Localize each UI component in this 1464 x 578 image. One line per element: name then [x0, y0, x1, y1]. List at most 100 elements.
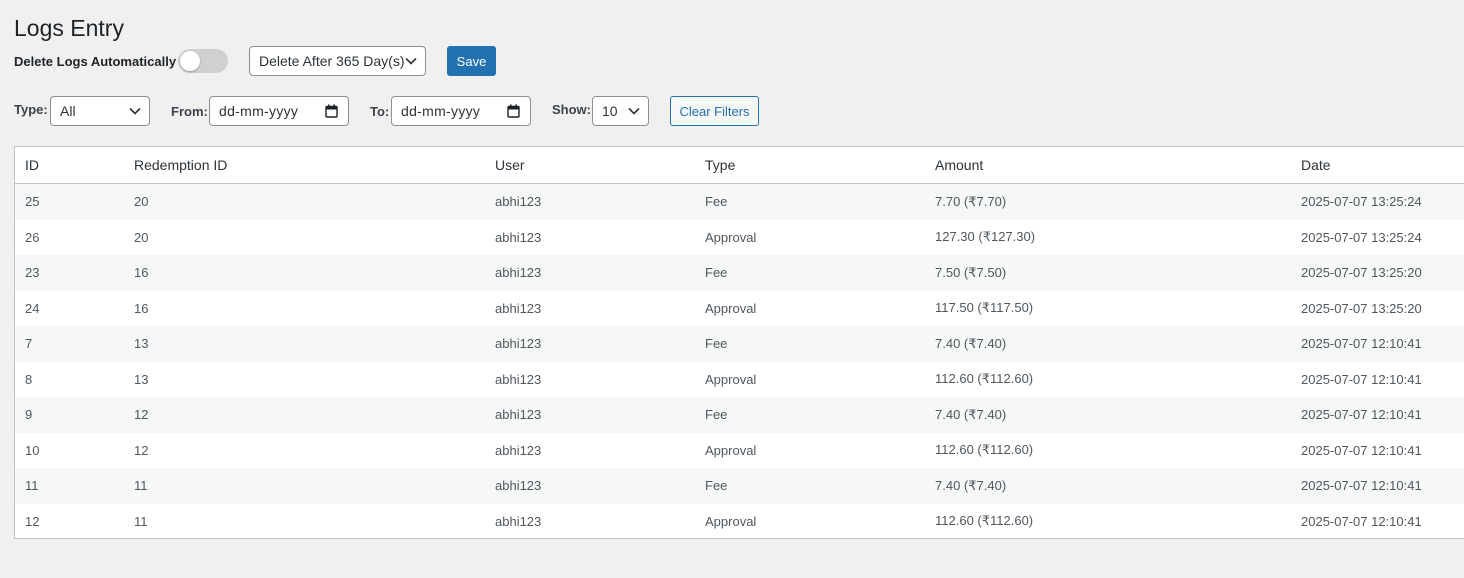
table-row: 7 13 abhi123 Fee 7.40 (₹7.40) 2025-07-07 12:1… — [15, 326, 1464, 362]
auto-delete-toggle[interactable] — [178, 49, 228, 73]
cell-id: 26 — [15, 219, 124, 255]
type-filter-select[interactable]: All — [50, 96, 150, 126]
cell-type: Approval — [695, 290, 925, 326]
cell-user: abhi123 — [485, 255, 695, 291]
cell-redemption-id: 12 — [124, 397, 485, 433]
calendar-icon[interactable] — [325, 104, 338, 118]
cell-id: 25 — [15, 183, 124, 220]
table-row: 10 12 abhi123 Approval 112.60 (₹112.60) 2025-… — [15, 432, 1464, 468]
column-header-amount: Amount — [925, 147, 1291, 184]
type-filter-value: All — [60, 103, 76, 119]
cell-date: 2025-07-07 13:25:20 — [1291, 255, 1464, 291]
chevron-down-icon — [129, 107, 141, 115]
to-date-input[interactable]: dd-mm-yyyy — [391, 96, 531, 126]
auto-delete-label: Delete Logs Automatically — [14, 54, 177, 69]
calendar-icon[interactable] — [507, 104, 520, 118]
cell-amount: 7.40 (₹7.40) — [925, 397, 1291, 433]
cell-date: 2025-07-07 12:10:41 — [1291, 468, 1464, 504]
cell-id: 11 — [15, 468, 124, 504]
cell-date: 2025-07-07 13:25:24 — [1291, 183, 1464, 220]
cell-type: Approval — [695, 503, 925, 538]
cell-amount: 7.40 (₹7.40) — [925, 326, 1291, 362]
cell-amount: 112.60 (₹112.60) — [925, 503, 1291, 538]
cell-id: 12 — [15, 503, 124, 538]
chevron-down-icon — [628, 107, 640, 115]
cell-date: 2025-07-07 12:10:41 — [1291, 432, 1464, 468]
cell-id: 24 — [15, 290, 124, 326]
cell-redemption-id: 13 — [124, 361, 485, 397]
cell-type: Fee — [695, 326, 925, 362]
cell-date: 2025-07-07 12:10:41 — [1291, 326, 1464, 362]
cell-type: Approval — [695, 432, 925, 468]
cell-amount: 7.50 (₹7.50) — [925, 255, 1291, 291]
cell-redemption-id: 16 — [124, 290, 485, 326]
cell-type: Fee — [695, 183, 925, 220]
type-filter-label: Type: — [14, 102, 48, 117]
cell-date: 2025-07-07 13:25:24 — [1291, 219, 1464, 255]
delete-after-select[interactable]: Delete After 365 Day(s) — [249, 46, 426, 76]
cell-date: 2025-07-07 13:25:20 — [1291, 290, 1464, 326]
clear-filters-button[interactable]: Clear Filters — [670, 96, 759, 126]
to-date-placeholder: dd-mm-yyyy — [401, 103, 481, 119]
cell-user: abhi123 — [485, 326, 695, 362]
cell-redemption-id: 11 — [124, 468, 485, 504]
show-count-label: Show: — [552, 102, 591, 117]
cell-redemption-id: 16 — [124, 255, 485, 291]
cell-redemption-id: 20 — [124, 219, 485, 255]
table-row: 11 11 abhi123 Fee 7.40 (₹7.40) 2025-07-07 12:… — [15, 468, 1464, 504]
chevron-down-icon — [405, 57, 417, 65]
table-row: 12 11 abhi123 Approval 112.60 (₹112.60) 2025-… — [15, 503, 1464, 538]
cell-id: 9 — [15, 397, 124, 433]
cell-user: abhi123 — [485, 219, 695, 255]
cell-amount: 127.30 (₹127.30) — [925, 219, 1291, 255]
delete-after-value: Delete After 365 Day(s) — [259, 53, 405, 69]
cell-user: abhi123 — [485, 361, 695, 397]
column-header-redemption-id: Redemption ID — [124, 147, 485, 184]
cell-id: 23 — [15, 255, 124, 291]
table-row: 25 20 abhi123 Fee 7.70 (₹7.70) 2025-07-07 13:… — [15, 183, 1464, 220]
cell-type: Approval — [695, 219, 925, 255]
show-count-select[interactable]: 10 — [592, 96, 649, 126]
cell-type: Fee — [695, 255, 925, 291]
page-title: Logs Entry — [14, 15, 124, 41]
cell-amount: 112.60 (₹112.60) — [925, 432, 1291, 468]
cell-user: abhi123 — [485, 397, 695, 433]
toggle-knob — [180, 51, 200, 71]
column-header-id: ID — [15, 147, 124, 184]
from-date-placeholder: dd-mm-yyyy — [219, 103, 299, 119]
column-header-user: User — [485, 147, 695, 184]
cell-amount: 112.60 (₹112.60) — [925, 361, 1291, 397]
cell-user: abhi123 — [485, 183, 695, 220]
cell-type: Fee — [695, 397, 925, 433]
cell-amount: 117.50 (₹117.50) — [925, 290, 1291, 326]
table-row: 23 16 abhi123 Fee 7.50 (₹7.50) 2025-07-07 13:… — [15, 255, 1464, 291]
from-date-input[interactable]: dd-mm-yyyy — [209, 96, 349, 126]
show-count-value: 10 — [602, 103, 618, 119]
cell-user: abhi123 — [485, 468, 695, 504]
save-button[interactable]: Save — [447, 46, 496, 76]
column-header-date: Date — [1291, 147, 1464, 184]
to-date-label: To: — [370, 104, 390, 119]
cell-date: 2025-07-07 12:10:41 — [1291, 361, 1464, 397]
table-header-row: ID Redemption ID User Type Amount Date — [15, 147, 1464, 184]
cell-amount: 7.70 (₹7.70) — [925, 183, 1291, 220]
logs-table: ID Redemption ID User Type Amount Date 2… — [14, 146, 1464, 539]
cell-user: abhi123 — [485, 290, 695, 326]
cell-id: 8 — [15, 361, 124, 397]
cell-redemption-id: 20 — [124, 183, 485, 220]
table-row: 9 12 abhi123 Fee 7.40 (₹7.40) 2025-07-07 12:1… — [15, 397, 1464, 433]
cell-id: 7 — [15, 326, 124, 362]
from-date-label: From: — [171, 104, 208, 119]
cell-user: abhi123 — [485, 432, 695, 468]
cell-amount: 7.40 (₹7.40) — [925, 468, 1291, 504]
column-header-type: Type — [695, 147, 925, 184]
cell-redemption-id: 13 — [124, 326, 485, 362]
cell-id: 10 — [15, 432, 124, 468]
cell-user: abhi123 — [485, 503, 695, 538]
cell-type: Fee — [695, 468, 925, 504]
table-row: 24 16 abhi123 Approval 117.50 (₹117.50) 2025-… — [15, 290, 1464, 326]
table-row: 8 13 abhi123 Approval 112.60 (₹112.60) 2025-0… — [15, 361, 1464, 397]
cell-redemption-id: 12 — [124, 432, 485, 468]
table-row: 26 20 abhi123 Approval 127.30 (₹127.30) 2025-… — [15, 219, 1464, 255]
cell-redemption-id: 11 — [124, 503, 485, 538]
